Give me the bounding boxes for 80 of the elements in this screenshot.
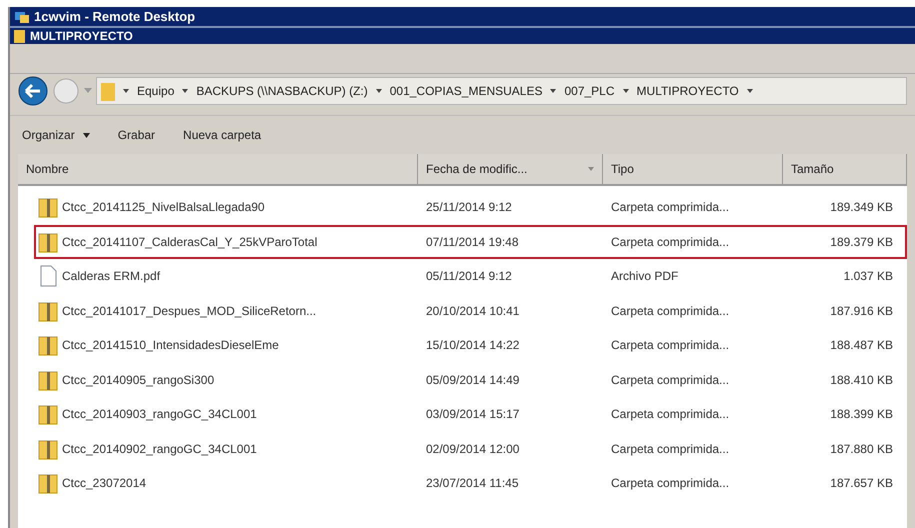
file-type: Carpeta comprimida... — [610, 302, 730, 320]
zip-folder-icon — [38, 368, 58, 391]
file-size: 188.487 KB — [829, 337, 894, 354]
remote-desktop-icon — [14, 10, 30, 24]
file-size: 189.379 KB — [829, 234, 894, 251]
file-type: Carpeta comprimida... — [610, 406, 730, 424]
modified-date: 05/09/2014 14:49 — [425, 372, 520, 389]
file-type: Carpeta comprimida... — [610, 440, 730, 458]
zip-folder-icon — [38, 300, 58, 322]
file-name: Ctcc_20141017_Despues_MOD_SiliceRetorn... — [62, 302, 316, 320]
file-name: Ctcc_20140902_rangoGC_34CL001 — [62, 440, 257, 458]
breadcrumb[interactable]: BACKUPS (\\NASBACKUP) (Z:) — [196, 82, 368, 100]
caret-icon[interactable] — [622, 88, 629, 94]
zip-folder-icon — [38, 403, 58, 426]
file-name: Ctcc_20141510_IntensidadesDieselEme — [62, 337, 279, 354]
file-name: Ctcc_20140905_rangoSi300 — [62, 372, 214, 389]
file-type: Carpeta comprimida... — [610, 372, 730, 389]
file-name: Ctcc_20141125_NivelBalsaLlegada90 — [62, 199, 265, 216]
modified-date: 05/11/2014 9:12 — [425, 268, 513, 286]
breadcrumb[interactable]: MULTIPROYECTO — [636, 82, 739, 100]
caret-icon[interactable] — [550, 88, 556, 94]
caret-icon[interactable] — [746, 88, 753, 94]
file-row[interactable]: Ctcc_20141125_NivelBalsaLlegada90 25/11/2014 9:12 Carpeta comprimida... 189.349 KB — [34, 190, 907, 224]
file-row[interactable]: Ctcc_23072014 23/07/2014 11:45 Carpeta comprimida... 187.657 KB — [34, 466, 907, 500]
file-row[interactable]: Ctcc_20140902_rangoGC_34CL001 02/09/2014 12:00 Carpeta comprimida... 187.880 KB — [34, 432, 907, 466]
column-header[interactable]: Nombre — [18, 154, 418, 184]
modified-date: 23/07/2014 11:45 — [425, 475, 520, 492]
toolbar-button[interactable]: Organizar — [18, 126, 94, 144]
column-header[interactable]: Fecha de modific... — [418, 154, 603, 184]
file-row[interactable]: Ctcc_20141017_Despues_MOD_SiliceRetorn... 20/10/2014 10:41 Carpeta comprimida... 187.916 KB — [34, 294, 907, 328]
file-row[interactable]: Ctcc_20140903_rangoGC_34CL001 03/09/2014 15:17 Carpeta comprimida... 188.399 KB — [34, 397, 907, 432]
zip-folder-icon — [38, 472, 58, 494]
file-row[interactable]: Ctcc_20141510_IntensidadesDieselEme 15/10/2014 14:22 Carpeta comprimida... 188.487 KB — [34, 328, 907, 362]
modified-date: 02/09/2014 12:00 — [425, 440, 520, 458]
file-type: Carpeta comprimida... — [610, 475, 730, 492]
breadcrumb[interactable]: Equipo — [137, 82, 174, 100]
file-size: 188.399 KB — [829, 406, 894, 424]
toolbar-button[interactable]: Grabar — [114, 126, 160, 144]
zip-folder-icon — [38, 334, 58, 356]
caret-icon[interactable] — [182, 88, 188, 94]
file-name: Ctcc_20141107_CalderasCal_Y_25kVParoTotal — [62, 234, 318, 251]
file-size: 1.037 KB — [842, 268, 894, 286]
modified-date: 07/11/2014 19:48 — [425, 234, 520, 251]
file-type: Carpeta comprimida... — [610, 234, 730, 251]
folder-icon — [14, 29, 26, 43]
zip-folder-icon — [38, 230, 58, 253]
caret-icon[interactable] — [376, 88, 382, 94]
document-icon — [38, 265, 58, 288]
column-header[interactable]: Tamaño — [783, 154, 907, 184]
window-title: MULTIPROYECTO — [30, 28, 133, 45]
folder-icon — [101, 81, 115, 101]
caret-icon[interactable] — [123, 88, 129, 94]
file-type: Carpeta comprimida... — [610, 337, 730, 354]
file-size: 187.657 KB — [829, 475, 894, 492]
file-size: 189.349 KB — [829, 199, 894, 216]
breadcrumb[interactable]: 007_PLC — [564, 82, 615, 100]
modified-date: 25/11/2014 9:12 — [425, 199, 513, 216]
file-size: 187.880 KB — [829, 440, 894, 458]
zip-folder-icon — [38, 196, 58, 218]
file-size: 187.916 KB — [829, 302, 894, 320]
caret-icon — [82, 132, 90, 138]
column-header[interactable]: Tipo — [603, 154, 783, 184]
file-row[interactable]: Calderas ERM.pdf 05/11/2014 9:12 Archivo PDF 1.037 KB — [34, 259, 907, 294]
modified-date: 20/10/2014 10:41 — [425, 302, 520, 320]
file-name: Ctcc_23072014 — [62, 475, 146, 492]
toolbar-button[interactable]: Nueva carpeta — [179, 126, 266, 144]
file-type: Archivo PDF — [610, 268, 680, 286]
file-size: 188.410 KB — [829, 372, 894, 389]
modified-date: 15/10/2014 14:22 — [425, 337, 520, 354]
file-row[interactable]: Ctcc_20141107_CalderasCal_Y_25kVParoTotal 07/11/2014 19:48 Carpeta comprimida... 189.379 KB — [34, 224, 907, 259]
breadcrumb[interactable]: 001_COPIAS_MENSUALES — [390, 82, 542, 100]
address-bar[interactable]: Equipo BACKUPS (\\NASBACKUP) (Z:) 001_COPIAS_MENSUALES 007_PLC MULTIPROYECTO — [96, 77, 907, 105]
file-name: Ctcc_20140903_rangoGC_34CL001 — [62, 406, 257, 424]
file-name: Calderas ERM.pdf — [62, 268, 160, 286]
zip-folder-icon — [38, 438, 58, 460]
file-type: Carpeta comprimida... — [610, 199, 730, 216]
back-button[interactable] — [18, 76, 48, 106]
window-title: 1cwvim - Remote Desktop — [34, 8, 196, 26]
file-row[interactable]: Ctcc_20140905_rangoSi300 05/09/2014 14:49 Carpeta comprimida... 188.410 KB — [34, 362, 907, 397]
modified-date: 03/09/2014 15:17 — [425, 406, 520, 424]
